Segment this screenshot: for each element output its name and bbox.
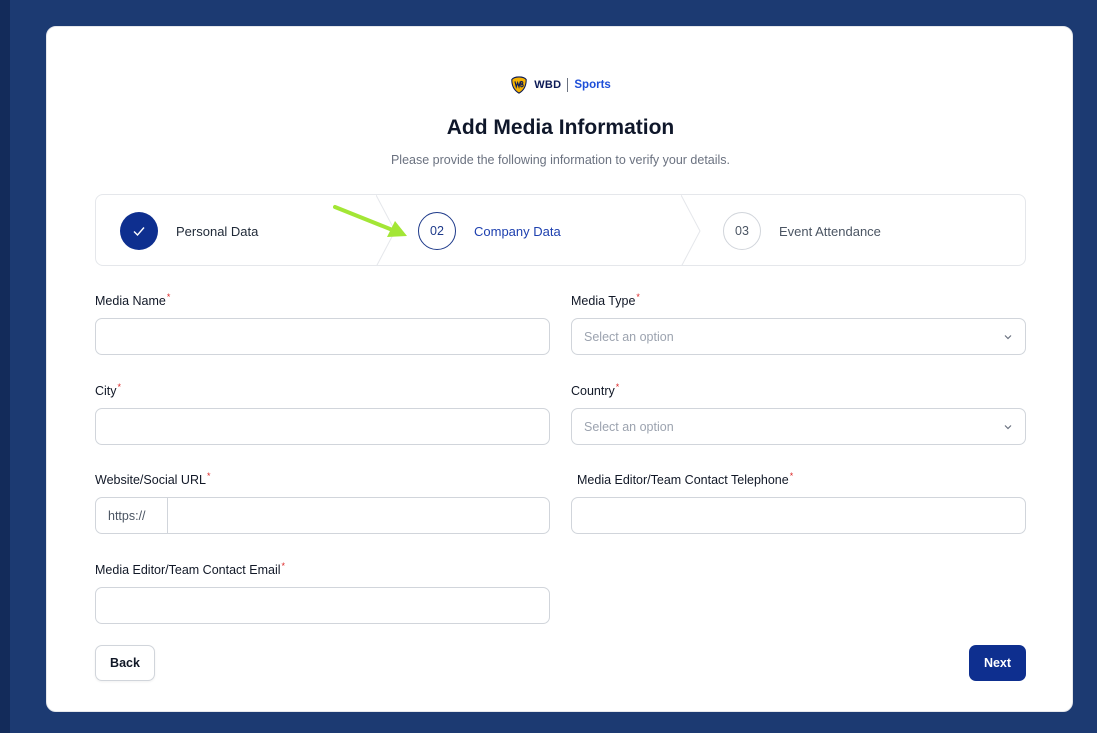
step-label: Event Attendance bbox=[779, 223, 881, 239]
next-button[interactable]: Next bbox=[969, 645, 1026, 681]
telephone-field[interactable] bbox=[571, 497, 1026, 534]
telephone-label: Media Editor/Team Contact Telephone* bbox=[577, 471, 794, 488]
media-name-label: Media Name* bbox=[95, 292, 171, 309]
annotation-arrow-icon bbox=[333, 205, 407, 237]
email-field[interactable] bbox=[95, 587, 550, 624]
brand-logo: WBD Sports bbox=[47, 76, 1074, 94]
step-label: Personal Data bbox=[176, 223, 259, 239]
checkmark-icon bbox=[133, 227, 145, 237]
media-type-label: Media Type* bbox=[571, 292, 640, 309]
progress-stepper: Personal Data 02 Company Data 03 Event A… bbox=[95, 194, 1026, 266]
city-label: City* bbox=[95, 382, 122, 399]
step-number: 03 bbox=[723, 212, 761, 250]
city-input[interactable] bbox=[96, 409, 549, 444]
chevron-down-icon bbox=[1004, 424, 1012, 429]
telephone-input[interactable] bbox=[572, 498, 1025, 533]
select-placeholder: Select an option bbox=[584, 329, 674, 344]
window-edge bbox=[0, 0, 10, 733]
step-personal-data[interactable]: Personal Data bbox=[120, 195, 259, 265]
step-company-data[interactable]: 02 Company Data bbox=[418, 195, 561, 265]
step-number: 02 bbox=[418, 212, 456, 250]
website-input[interactable] bbox=[168, 498, 549, 533]
website-field[interactable]: https:// bbox=[95, 497, 550, 534]
media-name-field[interactable] bbox=[95, 318, 550, 355]
email-label: Media Editor/Team Contact Email* bbox=[95, 561, 286, 578]
chevron-down-icon bbox=[1004, 334, 1012, 339]
website-label: Website/Social URL* bbox=[95, 471, 211, 488]
step-label: Company Data bbox=[474, 223, 561, 239]
brand-sports-text: Sports bbox=[574, 79, 611, 91]
brand-wbd-text: WBD bbox=[534, 79, 562, 91]
select-placeholder: Select an option bbox=[584, 419, 674, 434]
country-select[interactable]: Select an option bbox=[571, 408, 1026, 445]
url-prefix: https:// bbox=[96, 498, 168, 533]
wb-shield-icon bbox=[511, 76, 527, 94]
back-button[interactable]: Back bbox=[95, 645, 155, 681]
step-completed-indicator bbox=[120, 212, 158, 250]
page-subtitle: Please provide the following information… bbox=[390, 153, 731, 167]
city-field[interactable] bbox=[95, 408, 550, 445]
page-title: Add Media Information bbox=[446, 116, 675, 139]
media-name-input[interactable] bbox=[96, 319, 549, 354]
media-type-select[interactable]: Select an option bbox=[571, 318, 1026, 355]
step-event-attendance[interactable]: 03 Event Attendance bbox=[723, 195, 881, 265]
form-card: WBD Sports Add Media Information Please … bbox=[46, 26, 1073, 712]
country-label: Country* bbox=[571, 382, 620, 399]
step-separator bbox=[681, 195, 701, 265]
brand-divider bbox=[567, 78, 569, 92]
email-input[interactable] bbox=[96, 588, 549, 623]
